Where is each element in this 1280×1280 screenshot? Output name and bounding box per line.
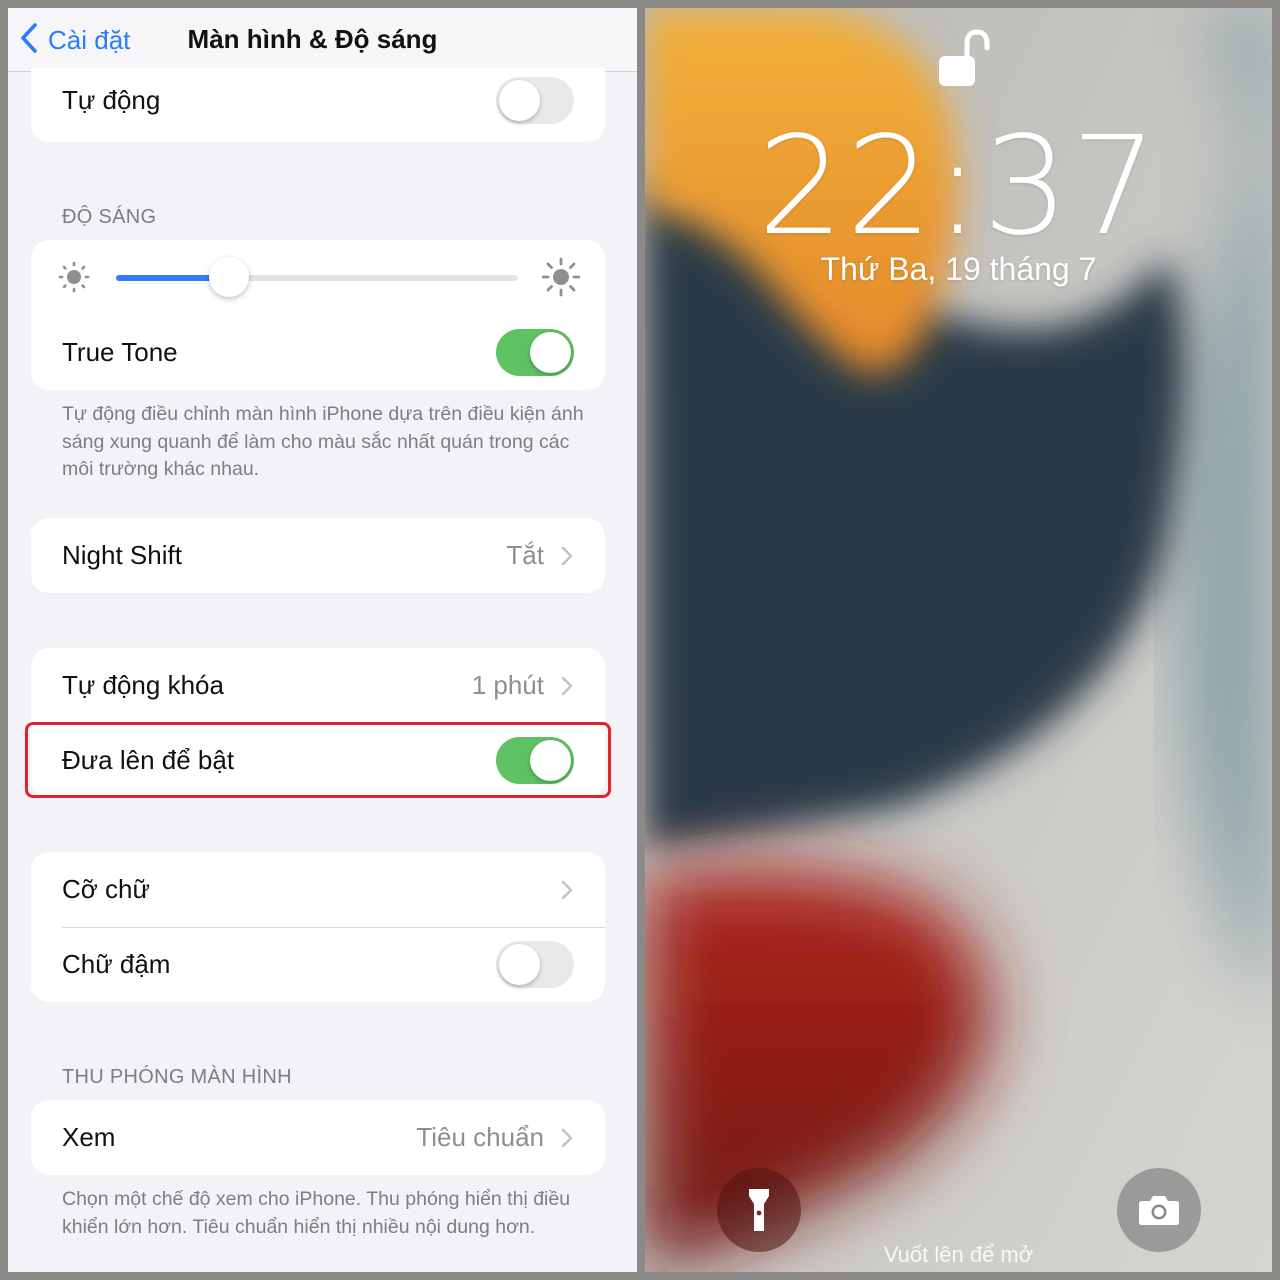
swipe-to-open-hint: Vuốt lên để mở bbox=[883, 1242, 1034, 1267]
lock-time: 22:37 bbox=[757, 108, 1160, 266]
text-group: Cỡ chữ Chữ đậm bbox=[31, 852, 605, 1002]
true-tone-label: True Tone bbox=[62, 337, 178, 367]
display-zoom-row[interactable]: Xem Tiêu chuẩn bbox=[31, 1100, 605, 1175]
lock-group: Tự động khóa 1 phút Đưa lên để bật bbox=[31, 648, 605, 798]
camera-button[interactable] bbox=[1117, 1168, 1201, 1252]
zoom-header: THU PHÓNG MÀN HÌNH bbox=[62, 1066, 292, 1088]
bold-text-toggle[interactable] bbox=[496, 941, 574, 988]
sun-small-icon bbox=[57, 259, 91, 295]
true-tone-toggle[interactable] bbox=[496, 329, 574, 376]
night-shift-group: Night Shift Tắt bbox=[31, 518, 605, 593]
settings-screen: Cài đặt Màn hình & Độ sáng Tự động ĐỘ SÁ… bbox=[8, 8, 637, 1272]
text-size-row[interactable]: Cỡ chữ bbox=[31, 852, 605, 927]
chevron-right-icon bbox=[560, 545, 574, 567]
auto-lock-value: 1 phút bbox=[471, 670, 544, 700]
slider-track[interactable] bbox=[116, 275, 518, 281]
raise-to-wake-toggle[interactable] bbox=[496, 737, 574, 784]
brightness-slider[interactable] bbox=[31, 240, 605, 315]
toggle-knob bbox=[530, 740, 571, 781]
lock-screen[interactable]: 22:37 Thứ Ba, 19 tháng 7 Vuốt lên để mở bbox=[645, 8, 1272, 1272]
night-shift-row[interactable]: Night Shift Tắt bbox=[31, 518, 605, 593]
brightness-group: True Tone bbox=[31, 240, 605, 390]
auto-appearance-label: Tự động bbox=[62, 84, 161, 115]
zoom-footnote: Chọn một chế độ xem cho iPhone. Thu phón… bbox=[62, 1188, 571, 1238]
toggle-knob bbox=[499, 79, 540, 121]
toggle-knob bbox=[499, 944, 540, 985]
unlocked-padlock-icon bbox=[939, 29, 990, 86]
raise-to-wake-row[interactable]: Đưa lên để bật bbox=[31, 723, 605, 798]
bold-text-label: Chữ đậm bbox=[62, 949, 171, 979]
bold-text-row[interactable]: Chữ đậm bbox=[31, 927, 605, 1002]
auto-lock-label: Tự động khóa bbox=[62, 670, 224, 700]
text-size-label: Cỡ chữ bbox=[62, 874, 150, 904]
camera-icon bbox=[1139, 1196, 1179, 1225]
slider-thumb[interactable] bbox=[208, 257, 249, 297]
auto-appearance-row[interactable]: Tự động bbox=[31, 68, 605, 142]
brightness-header: ĐỘ SÁNG bbox=[62, 206, 157, 228]
navigation-bar: Cài đặt Màn hình & Độ sáng bbox=[8, 8, 637, 72]
night-shift-label: Night Shift bbox=[62, 540, 182, 570]
chevron-right-icon bbox=[560, 879, 574, 901]
flashlight-button[interactable] bbox=[717, 1168, 801, 1252]
auto-lock-row[interactable]: Tự động khóa 1 phút bbox=[31, 648, 605, 723]
toggle-knob bbox=[530, 332, 571, 373]
chevron-right-icon bbox=[560, 675, 574, 697]
true-tone-footnote: Tự động điều chỉnh màn hình iPhone dựa t… bbox=[62, 403, 584, 480]
night-shift-value: Tắt bbox=[506, 540, 544, 570]
sun-large-icon bbox=[542, 257, 580, 297]
page-title: Màn hình & Độ sáng bbox=[187, 24, 438, 54]
chevron-right-icon bbox=[560, 1127, 574, 1149]
appearance-group: Tự động bbox=[31, 68, 605, 142]
display-zoom-label: Xem bbox=[62, 1122, 116, 1152]
lock-date: Thứ Ba, 19 tháng 7 bbox=[820, 251, 1097, 287]
true-tone-row[interactable]: True Tone bbox=[31, 315, 605, 390]
raise-to-wake-label: Đưa lên để bật bbox=[62, 745, 235, 775]
flashlight-icon bbox=[749, 1189, 769, 1231]
auto-appearance-toggle[interactable] bbox=[496, 76, 574, 124]
display-zoom-value: Tiêu chuẩn bbox=[416, 1122, 544, 1152]
zoom-group: Xem Tiêu chuẩn bbox=[31, 1100, 605, 1175]
